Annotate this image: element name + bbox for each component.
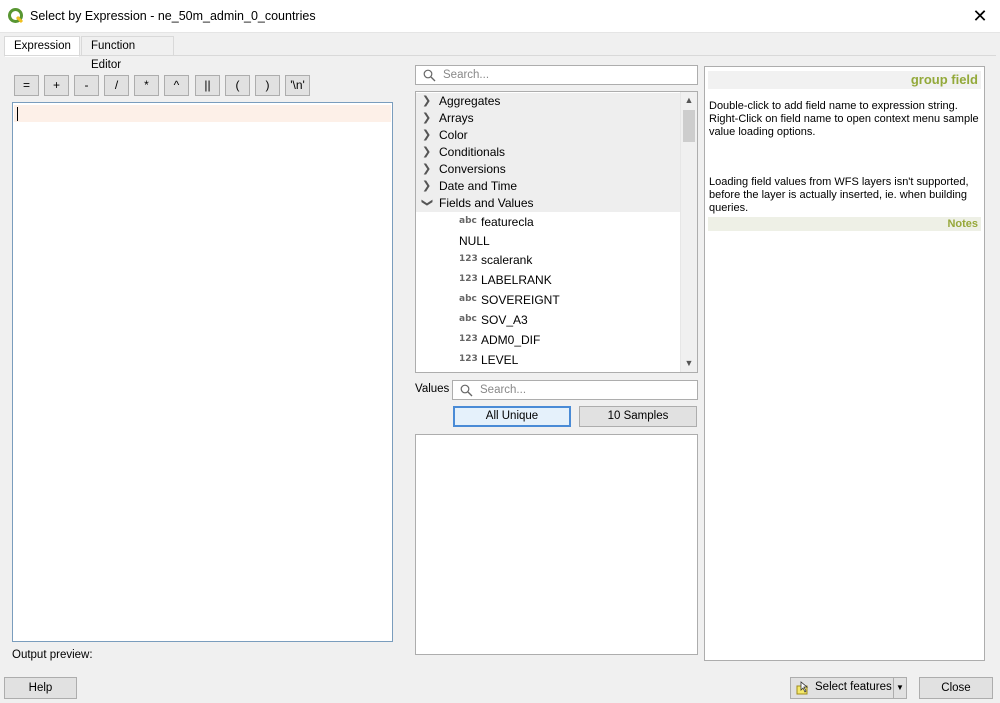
tree-group-color[interactable]: ❯ Color [416, 127, 680, 144]
text-caret [17, 107, 18, 121]
select-features-label: Select features [815, 681, 892, 693]
values-search-input[interactable]: Search... [452, 380, 698, 400]
search-icon [423, 69, 436, 82]
notes-text: Loading field values from WFS layers isn… [709, 176, 969, 214]
tree-group-label: Conversions [439, 162, 506, 176]
chevron-right-icon[interactable]: ❯ [422, 145, 432, 159]
field-label: LABELRANK [481, 273, 552, 287]
number-type-icon: 123 [459, 354, 478, 364]
chevron-right-icon[interactable]: ❯ [422, 179, 432, 193]
chevron-right-icon[interactable]: ❯ [422, 162, 432, 176]
notes-heading: Notes [708, 217, 981, 231]
values-list[interactable] [415, 434, 698, 655]
tree-field-item[interactable]: NULL [416, 232, 680, 251]
tree-field-item[interactable]: abc SOVEREIGNT [416, 291, 680, 310]
select-features-icon [796, 681, 809, 695]
field-label: SOV_A3 [481, 313, 528, 327]
tree-field-item[interactable]: 123 ADM0_DIF [416, 331, 680, 350]
tree-group-label: Arrays [439, 111, 474, 125]
scroll-down-icon[interactable]: ▼ [681, 355, 697, 372]
help-button[interactable]: Help [4, 677, 77, 699]
tree-field-item[interactable]: 123 LABELRANK [416, 271, 680, 290]
values-search-placeholder: Search... [480, 384, 527, 396]
field-label: LEVEL [481, 353, 519, 367]
current-line-highlight [14, 105, 391, 122]
string-type-icon: abc [459, 314, 477, 324]
tree-group-conversions[interactable]: ❯ Conversions [416, 161, 680, 178]
scroll-up-icon[interactable]: ▲ [681, 92, 697, 109]
tree-field-item[interactable]: abc SOV_A3 [416, 311, 680, 330]
operator-close-paren-button[interactable]: ) [255, 75, 280, 96]
dropdown-arrow-icon[interactable]: ▼ [893, 678, 906, 698]
function-search-input[interactable]: Search... [415, 65, 698, 85]
tree-group-label: Fields and Values [439, 196, 534, 210]
tree-scrollbar[interactable]: ▲ ▼ [680, 92, 697, 372]
field-label: SOVEREIGNT [481, 293, 560, 307]
help-title: group field [708, 71, 981, 89]
scrollbar-thumb[interactable] [683, 110, 695, 142]
tree-field-item[interactable]: 123 LEVEL [416, 351, 680, 370]
number-type-icon: 123 [459, 254, 478, 264]
tree-group-date-and-time[interactable]: ❯ Date and Time [416, 178, 680, 195]
tab-divider [4, 55, 996, 56]
operator-divide-button[interactable]: / [104, 75, 129, 96]
operator-power-button[interactable]: ^ [164, 75, 189, 96]
chevron-right-icon[interactable]: ❯ [422, 128, 432, 142]
tab-function-editor[interactable]: Function Editor [81, 36, 174, 71]
select-features-button[interactable]: Select features ▼ [790, 677, 907, 699]
operator-concat-button[interactable]: || [195, 75, 220, 96]
string-type-icon: abc [459, 294, 477, 304]
field-label: NULL [459, 234, 490, 248]
output-preview-label: Output preview: [12, 649, 93, 661]
field-label: featurecla [481, 215, 534, 229]
operator-minus-button[interactable]: - [74, 75, 99, 96]
number-type-icon: 123 [459, 334, 478, 344]
all-unique-button[interactable]: All Unique [453, 406, 571, 427]
function-tree[interactable]: ❯ Aggregates ❯ Arrays ❯ Color ❯ Conditio… [415, 91, 698, 373]
help-panel: group field Double-click to add field na… [704, 66, 985, 661]
tree-group-arrays[interactable]: ❯ Arrays [416, 110, 680, 127]
chevron-right-icon[interactable]: ❯ [422, 111, 432, 125]
operator-multiply-button[interactable]: * [134, 75, 159, 96]
tree-group-label: Aggregates [439, 94, 501, 108]
tree-group-label: Conditionals [439, 145, 506, 159]
ten-samples-button[interactable]: 10 Samples [579, 406, 697, 427]
chevron-down-icon[interactable]: ❯ [420, 198, 434, 208]
number-type-icon: 123 [459, 274, 478, 284]
operator-plus-button[interactable]: + [44, 75, 69, 96]
tree-field-item[interactable]: 123 scalerank [416, 251, 680, 270]
title-bar: Select by Expression - ne_50m_admin_0_co… [0, 0, 1000, 33]
close-button[interactable]: Close [919, 677, 993, 699]
values-label: Values [415, 383, 450, 395]
close-window-icon[interactable]: ✕ [960, 0, 1000, 32]
window-title: Select by Expression - ne_50m_admin_0_co… [30, 9, 316, 23]
tree-group-fields-and-values[interactable]: ❯ Fields and Values [416, 195, 680, 212]
tree-group-label: Color [439, 128, 468, 142]
search-icon [460, 384, 473, 397]
field-label: scalerank [481, 253, 533, 267]
function-search-placeholder: Search... [443, 69, 490, 81]
operator-open-paren-button[interactable]: ( [225, 75, 250, 96]
tree-field-item[interactable]: abc featurecla [416, 213, 680, 232]
operator-equals-button[interactable]: = [14, 75, 39, 96]
help-description: Double-click to add field name to expres… [709, 100, 979, 138]
chevron-right-icon[interactable]: ❯ [422, 94, 432, 108]
tab-expression[interactable]: Expression [4, 36, 80, 57]
expression-editor[interactable] [12, 102, 393, 642]
tree-group-conditionals[interactable]: ❯ Conditionals [416, 144, 680, 161]
tree-group-aggregates[interactable]: ❯ Aggregates [416, 93, 680, 110]
operator-newline-button[interactable]: '\n' [285, 75, 310, 96]
field-label: ADM0_DIF [481, 333, 541, 347]
string-type-icon: abc [459, 216, 477, 226]
qgis-logo-icon [8, 8, 24, 24]
tree-group-label: Date and Time [439, 179, 518, 193]
